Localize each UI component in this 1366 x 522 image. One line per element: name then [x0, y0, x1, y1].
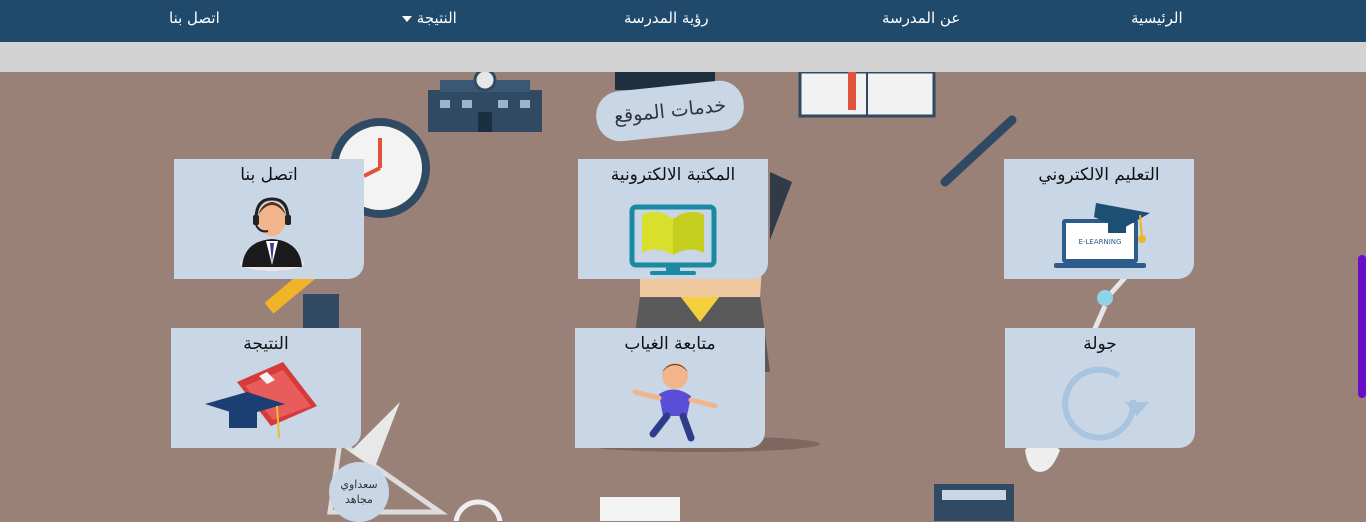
top-navbar: الرئيسية عن المدرسة رؤية المدرسة النتيجة…	[0, 0, 1366, 42]
card-result-title: النتيجة	[243, 334, 289, 354]
card-attendance-tracking-title: متابعة الغياب	[624, 334, 716, 354]
card-result[interactable]: النتيجة	[171, 328, 361, 448]
card-elearning-title: التعليم الالكتروني	[1038, 165, 1160, 185]
elearning-laptop-icon: E-LEARNING	[1054, 203, 1150, 268]
author-badge: سعداوي مجاهد	[329, 462, 389, 522]
card-elearning[interactable]: التعليم الالكتروني E-LEARNING	[1004, 159, 1194, 279]
card-e-library[interactable]: المكتبة الالكترونية	[578, 159, 768, 279]
card-attendance-tracking[interactable]: متابعة الغياب	[575, 328, 765, 448]
card-contact-us[interactable]: اتصل بنا	[174, 159, 364, 279]
nav-contact-link[interactable]: اتصل بنا	[169, 9, 220, 27]
stopwatch-icon	[453, 499, 503, 521]
chevron-down-icon	[402, 15, 412, 22]
open-book-icon	[798, 72, 936, 118]
scrollbar-thumb[interactable]	[1358, 255, 1366, 398]
nav-vision-link[interactable]: رؤية المدرسة	[624, 9, 709, 27]
nav-home-link[interactable]: الرئيسية	[1131, 9, 1183, 27]
card-tour[interactable]: جولة	[1005, 328, 1195, 448]
card-contact-us-title: اتصل بنا	[240, 165, 298, 185]
running-boy-icon	[632, 363, 718, 442]
pen-icon	[940, 115, 1017, 187]
refresh-circle-icon	[1062, 366, 1149, 441]
nav-result-label: النتيجة	[416, 9, 457, 27]
card-tour-title: جولة	[1083, 334, 1117, 354]
site-services-text: خدمات الموقع	[612, 94, 728, 128]
eraser-icon	[303, 294, 339, 330]
author-badge-line2: مجاهد	[345, 493, 373, 506]
nav-result-dropdown[interactable]: النتيجة	[397, 9, 457, 27]
calculator-icon	[934, 484, 1014, 521]
school-illustration-background	[264, 72, 1132, 521]
notepad-icon	[600, 497, 680, 521]
nav-about-link[interactable]: عن المدرسة	[882, 9, 960, 27]
customer-support-icon	[240, 197, 304, 271]
author-badge-line1: سعداوي	[340, 478, 378, 491]
school-building-icon	[428, 72, 542, 132]
card-e-library-title: المكتبة الالكترونية	[610, 165, 736, 185]
elearning-screen-text: E-LEARNING	[1079, 238, 1122, 246]
e-library-monitor-icon	[629, 204, 717, 275]
graduation-book-icon	[205, 362, 317, 439]
grey-strip	[0, 42, 1366, 72]
